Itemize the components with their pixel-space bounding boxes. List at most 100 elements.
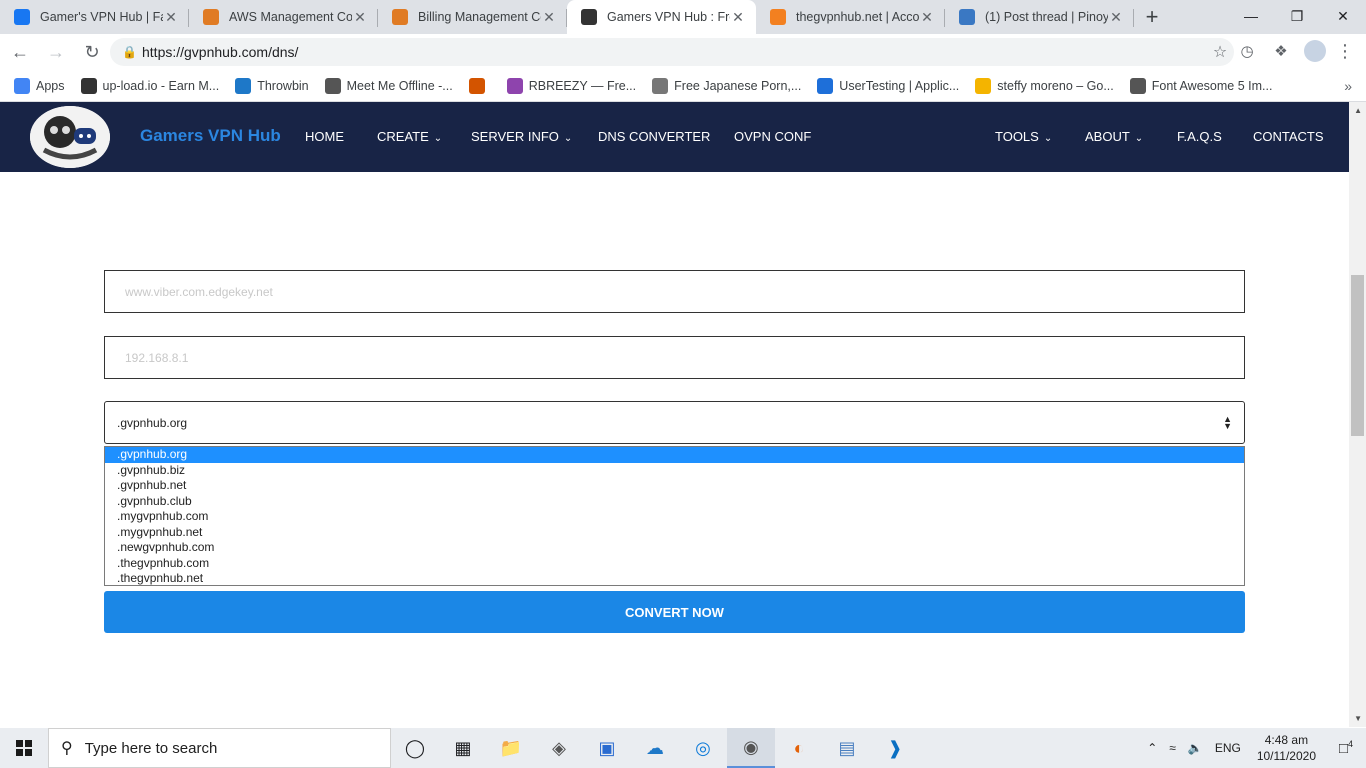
domain-option[interactable]: .gvpnhub.net — [105, 478, 1244, 494]
nav-item[interactable]: SERVER INFO ⌄ — [471, 129, 572, 144]
bookmark-item[interactable]: Meet Me Offline -... — [324, 77, 453, 94]
bookmark-item[interactable]: Free Japanese Porn,... — [652, 77, 801, 94]
bookmark-item[interactable]: Apps — [14, 77, 65, 94]
clock[interactable]: 4:48 am 10/11/2020 — [1247, 732, 1326, 764]
nav-item-label: TOOLS — [995, 129, 1039, 144]
browser-tab[interactable]: AWS Management Console✕ — [189, 0, 378, 34]
task-view-icon[interactable]: ▦ — [439, 728, 487, 768]
close-tab-icon[interactable]: ✕ — [352, 9, 368, 26]
close-tab-icon[interactable]: ✕ — [919, 9, 935, 26]
nav-item[interactable]: DNS CONVERTER — [598, 129, 710, 144]
bookmark-item[interactable]: RBREEZY — Fre... — [506, 77, 636, 94]
browser-tab[interactable]: Gamer's VPN Hub | Facebook✕ — [0, 0, 189, 34]
app-icon-2[interactable]: ▣ — [583, 728, 631, 768]
domain-option[interactable]: .gvpnhub.biz — [105, 463, 1244, 479]
close-tab-icon[interactable]: ✕ — [541, 9, 557, 26]
chevron-down-icon: ⌄ — [433, 133, 443, 144]
tab-title: thegvpnhub.net | Account — [796, 10, 919, 24]
aws-icon — [203, 9, 219, 25]
nav-item-label: ABOUT — [1085, 129, 1130, 144]
r-icon — [468, 77, 485, 94]
domain-option[interactable]: .thegvpnhub.com — [105, 556, 1244, 572]
bookmark-item[interactable]: steffy moreno – Go... — [975, 77, 1114, 94]
bookmark-item[interactable]: UserTesting | Applic... — [817, 77, 959, 94]
rbreezy-icon — [506, 77, 523, 94]
windows-start-icon[interactable] — [0, 728, 48, 768]
notifications-icon[interactable]: □4 — [1326, 739, 1366, 757]
new-tab-button[interactable]: + — [1138, 0, 1166, 34]
cortana-icon[interactable]: ◯ — [391, 728, 439, 768]
address-bar[interactable]: 🔒 https://gvpnhub.com/dns/ ☆ — [110, 38, 1234, 66]
back-arrow-icon[interactable]: ← — [4, 36, 36, 68]
volume-icon[interactable]: 🔈 — [1182, 741, 1209, 755]
url-text[interactable]: https://gvpnhub.com/dns/ — [142, 44, 1206, 60]
taskbar-search-box[interactable]: ⚲ Type here to search — [48, 728, 391, 768]
notepad-icon[interactable]: ▤ — [823, 728, 871, 768]
bookmark-item[interactable]: Throwbin — [235, 77, 309, 94]
browser-tab[interactable]: Billing Management Console✕ — [378, 0, 567, 34]
nav-item[interactable]: TOOLS ⌄ — [995, 129, 1052, 144]
bookmark-item[interactable] — [468, 77, 491, 94]
aws-icon — [392, 9, 408, 25]
browser-tab-strip: Gamer's VPN Hub | Facebook✕AWS Managemen… — [0, 0, 1366, 34]
bookmark-label: Apps — [36, 78, 65, 93]
hostname-placeholder: www.viber.com.edgekey.net — [125, 284, 273, 299]
forward-arrow-icon[interactable]: → — [40, 36, 72, 68]
cloud-app-icon[interactable]: ☁ — [631, 728, 679, 768]
edge-browser-icon[interactable]: ◎ — [679, 728, 727, 768]
tab-title: Gamer's VPN Hub | Facebook — [40, 10, 163, 24]
scrollbar-thumb[interactable] — [1351, 275, 1364, 436]
scroll-down-arrow-icon[interactable]: ▼ — [1354, 714, 1362, 723]
bookmark-item[interactable]: Font Awesome 5 Im... — [1129, 77, 1272, 94]
browser-tab[interactable]: thegvpnhub.net | Account✕ — [756, 0, 945, 34]
app-icon-3[interactable]: ◐ — [775, 728, 823, 768]
site-logo[interactable] — [30, 106, 110, 168]
nav-item[interactable]: HOME — [305, 129, 344, 144]
domain-option[interactable]: .gvpnhub.org — [105, 447, 1244, 463]
domain-select[interactable]: .gvpnhub.org ▲ ▼ — [104, 401, 1245, 444]
extensions-puzzle-icon[interactable]: ❖ — [1270, 40, 1292, 62]
close-window-button[interactable]: ✕ — [1320, 0, 1366, 32]
domain-option[interactable]: .gvpnhub.club — [105, 494, 1244, 510]
nav-item[interactable]: ABOUT ⌄ — [1085, 129, 1143, 144]
browser-menu-icon[interactable]: ⋮ — [1336, 41, 1354, 62]
nav-item[interactable]: OVPN CONF — [734, 129, 811, 144]
vscode-icon[interactable]: ❱ — [871, 728, 919, 768]
close-tab-icon[interactable]: ✕ — [730, 9, 746, 26]
language-indicator[interactable]: ENG — [1209, 741, 1247, 755]
profile-avatar[interactable] — [1304, 40, 1326, 62]
network-icon[interactable]: ≈ — [1163, 741, 1182, 755]
fontawesome-icon — [1129, 77, 1146, 94]
browser-tab[interactable]: (1) Post thread | Pinoy Internet✕ — [945, 0, 1134, 34]
speed-dial-icon[interactable]: ◷ — [1236, 40, 1258, 62]
nav-item[interactable]: CONTACTS — [1253, 129, 1324, 144]
nav-item-label: OVPN CONF — [734, 129, 812, 144]
domain-option[interactable]: .mygvpnhub.net — [105, 525, 1244, 541]
bookmarks-overflow-icon[interactable]: » — [1344, 78, 1352, 94]
site-brand[interactable]: Gamers VPN Hub — [140, 126, 281, 146]
minimize-button[interactable]: — — [1228, 0, 1274, 32]
hostname-input[interactable]: www.viber.com.edgekey.net — [104, 270, 1245, 313]
app-icon-1[interactable]: ◈ — [535, 728, 583, 768]
nav-item[interactable]: F.A.Q.S — [1177, 129, 1222, 144]
close-tab-icon[interactable]: ✕ — [1108, 9, 1124, 26]
tab-title: Billing Management Console — [418, 10, 541, 24]
bookmark-item[interactable]: up-load.io - Earn M... — [80, 77, 219, 94]
domain-option[interactable]: .newgvpnhub.com — [105, 540, 1244, 556]
nav-item[interactable]: CREATE ⌄ — [377, 129, 442, 144]
scroll-up-arrow-icon[interactable]: ▲ — [1354, 106, 1362, 115]
taskbar-search-placeholder: Type here to search — [84, 739, 218, 757]
restore-button[interactable]: ❐ — [1274, 0, 1320, 32]
convert-now-button[interactable]: CONVERT NOW — [104, 591, 1245, 633]
domain-option[interactable]: .mygvpnhub.com — [105, 509, 1244, 525]
reload-icon[interactable]: ↻ — [76, 36, 108, 68]
ip-input[interactable]: 192.168.8.1 — [104, 336, 1245, 379]
domain-option[interactable]: .thegvpnhub.net — [105, 571, 1244, 587]
close-tab-icon[interactable]: ✕ — [163, 9, 179, 26]
show-hidden-icons-icon[interactable]: ⌃ — [1141, 741, 1163, 755]
chrome-browser-icon[interactable]: ◉ — [727, 728, 775, 768]
file-explorer-icon[interactable]: 📁 — [487, 728, 535, 768]
nav-item-label: CONTACTS — [1253, 129, 1324, 144]
browser-tab[interactable]: Gamers VPN Hub : Free ✕ — [567, 0, 756, 34]
bookmark-star-icon[interactable]: ☆ — [1206, 42, 1234, 62]
